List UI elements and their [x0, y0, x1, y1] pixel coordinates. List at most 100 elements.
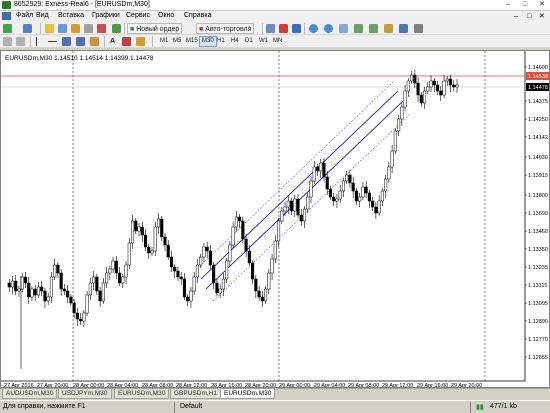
candlestick-icon[interactable]: [279, 24, 288, 33]
chart-header: EURUSDm,M30 1.14510 1.14514 1.14399 1.14…: [5, 55, 154, 62]
y-tick-label: 1.13115: [528, 283, 547, 289]
strategy-tester-icon[interactable]: [97, 24, 106, 33]
new-order-button[interactable]: ■ Новый ордер: [127, 23, 183, 34]
tab-audusdm-m30[interactable]: AUDUSDm,M30: [2, 389, 58, 399]
timeframe-m15[interactable]: M15: [184, 36, 200, 47]
x-tick-label: 29 Apr 12:00: [382, 383, 413, 387]
zoom-out-icon[interactable]: [324, 24, 333, 33]
candle: [160, 216, 164, 241]
x-tick-label: 27 Apr 20:00: [37, 383, 68, 387]
x-tick-label: 29 Apr 16:00: [417, 383, 448, 387]
y-tick-label: 1.12770: [528, 337, 548, 343]
y-tick-label: 1.14375: [528, 99, 548, 105]
bar-chart-icon[interactable]: [266, 24, 275, 33]
x-tick-label: 28 Apr 16:00: [211, 383, 242, 387]
maximize-icon[interactable]: □: [517, 0, 533, 10]
timeframe-m1[interactable]: M1: [158, 36, 170, 47]
menu-help[interactable]: Справка: [184, 12, 211, 19]
crosshair-icon[interactable]: [16, 37, 25, 46]
tile-windows-icon[interactable]: [339, 24, 348, 33]
standard-toolbar: ■ Новый ордер ■ Авто-торговля: [0, 22, 550, 35]
title-bar: 8652929: Exness-Real6 - [EURUSDm,M30] – …: [0, 0, 550, 11]
x-tick-label: 29 Apr 00:00: [279, 383, 310, 387]
tab-gbpusdm-h1[interactable]: GBPUSDm,H1: [170, 389, 221, 399]
tab-usdjpym-m30[interactable]: USDJPYm,M30: [58, 389, 112, 399]
new-order-label: Новый ордер: [136, 26, 180, 33]
menu-file[interactable]: Файл: [16, 12, 33, 19]
autotrading-button[interactable]: ■ Авто-торговля: [196, 23, 255, 34]
arrows-icon[interactable]: [136, 37, 145, 46]
menu-view[interactable]: Вид: [36, 12, 49, 19]
text-label-icon[interactable]: [122, 37, 131, 46]
timeframe-mn[interactable]: MN: [271, 36, 284, 47]
drawing-toolbar: A M1 M5 M15 M30 H1 H4 D1 W1 MN: [0, 35, 550, 48]
minimize-icon[interactable]: –: [500, 0, 516, 10]
tab-eurusdm-m30[interactable]: EURUSDm,M30: [114, 389, 170, 399]
menu-bar: Файл Вид Вставка Графики Сервис Окно Спр…: [0, 11, 550, 22]
cursor-icon[interactable]: [3, 37, 12, 46]
connection-icon: ▮▮: [476, 404, 484, 411]
equidistant-channel-icon[interactable]: [76, 37, 85, 46]
line-chart-icon[interactable]: [292, 24, 301, 33]
indicators-icon[interactable]: [384, 24, 393, 33]
child-close-icon[interactable]: ✕: [539, 11, 545, 22]
tab-eurusdm-m30-active[interactable]: EURUSDm,M30: [220, 389, 276, 399]
x-tick-label: 28 Apr 04:00: [107, 383, 138, 387]
menu-window[interactable]: Окно: [158, 12, 174, 19]
traffic-status: 477/1 kb: [490, 403, 517, 410]
chart-tabs: AUDUSDm,M30 USDJPYm,M30 EURUSDm,M30 GBPU…: [0, 388, 550, 399]
y-tick-label: 1.13460: [528, 229, 548, 235]
profile-name: Default: [180, 403, 203, 410]
vertical-line-icon[interactable]: [36, 37, 37, 46]
menu-charts[interactable]: Графики: [92, 12, 120, 19]
ask-price-label: 1.14538: [528, 74, 548, 80]
fibonacci-icon[interactable]: [90, 37, 99, 46]
timeframe-h1[interactable]: H1: [215, 36, 227, 47]
x-tick-label: 28 Apr 12:00: [176, 383, 207, 387]
x-tick-label: 29 Apr 08:00: [348, 383, 379, 387]
x-tick-label: 28 Apr 00:00: [73, 383, 104, 387]
x-tick-label: 29 Apr 20:00: [451, 383, 482, 387]
autotrading-icon: ■: [199, 26, 204, 33]
market-watch-icon[interactable]: [45, 24, 54, 33]
timeframe-w1[interactable]: W1: [257, 36, 270, 47]
trendline-icon[interactable]: [62, 37, 71, 46]
candle: [153, 222, 157, 256]
x-tick-label: 29 Apr 04:00: [314, 383, 345, 387]
new-chart-icon[interactable]: [3, 24, 12, 33]
y-tick-label: 1.13350: [528, 247, 548, 253]
price-chart[interactable]: EURUSDm,M30 1.14510 1.14514 1.14399 1.14…: [1, 51, 549, 387]
chart-shift-icon[interactable]: [369, 24, 378, 33]
child-restore-icon[interactable]: □: [527, 11, 531, 22]
data-window-icon[interactable]: [58, 24, 67, 33]
help-text: Для справки, нажмите F1: [3, 403, 86, 410]
auto-scroll-icon[interactable]: [354, 24, 363, 33]
text-tool-icon[interactable]: A: [110, 36, 115, 47]
y-tick-label: 1.12655: [528, 355, 548, 361]
y-tick-label: 1.13235: [528, 265, 548, 271]
menu-tools[interactable]: Сервис: [126, 12, 150, 19]
zoom-in-icon[interactable]: [309, 24, 318, 33]
chart-window[interactable]: EURUSDm,M30 1.14510 1.14514 1.14399 1.14…: [0, 50, 550, 388]
timeframe-m5[interactable]: M5: [171, 36, 183, 47]
close-icon[interactable]: ✕: [534, 0, 550, 10]
periods-icon[interactable]: [399, 24, 408, 33]
options-icon[interactable]: [112, 24, 121, 33]
candle: [393, 128, 397, 154]
timeframe-d1[interactable]: D1: [243, 36, 255, 47]
navigator-icon[interactable]: [71, 24, 80, 33]
y-tick-label: 1.14142: [528, 135, 548, 141]
terminal-icon[interactable]: [84, 24, 93, 33]
candle: [85, 291, 89, 316]
profiles-icon[interactable]: [23, 24, 32, 33]
y-tick-label: 1.14030: [528, 155, 548, 161]
child-minimize-icon[interactable]: –: [514, 11, 518, 22]
timeframe-h4[interactable]: H4: [229, 36, 241, 47]
templates-icon[interactable]: [414, 24, 423, 33]
new-order-icon: ■: [130, 26, 135, 33]
menu-insert[interactable]: Вставка: [58, 12, 84, 19]
x-tick-label: 28 Apr 20:00: [245, 383, 276, 387]
y-tick-label: 1.13800: [528, 193, 548, 199]
y-tick-label: 1.13690: [528, 211, 548, 217]
horizontal-line-icon[interactable]: [48, 41, 57, 42]
